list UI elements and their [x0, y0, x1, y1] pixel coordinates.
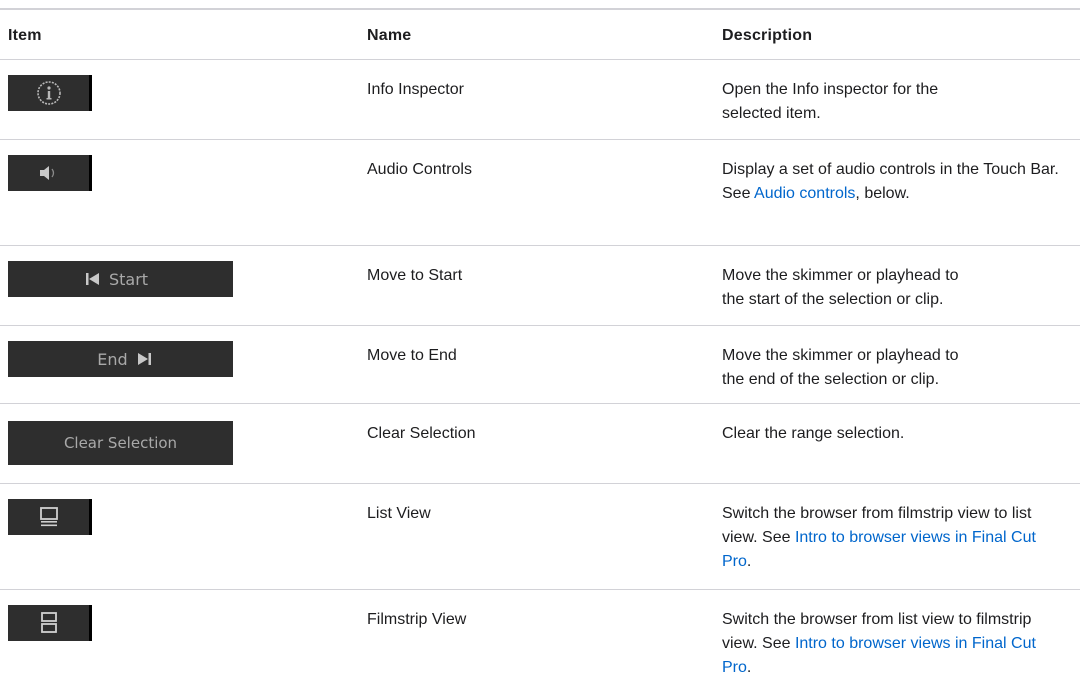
list-view-button	[8, 499, 92, 535]
table-row: Info Inspector Open the Info inspector f…	[0, 60, 1080, 140]
row-description: Move the skimmer or playhead to the end o…	[722, 347, 959, 388]
move-to-start-button-label: Start	[108, 269, 149, 289]
row-name: Move to Start	[367, 267, 463, 284]
row-description: Move the skimmer or playhead to the start…	[722, 267, 959, 308]
table-row: Clear Selection Clear Selection Clear th…	[0, 404, 1080, 484]
column-header-name: Name	[367, 27, 412, 44]
move-to-end-button: End	[8, 341, 233, 377]
clear-selection-button-label: Clear Selection	[63, 434, 178, 452]
table-row: End Move to End Move the skimmer or play…	[0, 326, 1080, 404]
row-description: Display a set of audio controls in the T…	[722, 161, 1059, 202]
row-name: Clear Selection	[367, 425, 476, 442]
clear-selection-button: Clear Selection	[8, 421, 233, 465]
info-icon	[36, 81, 61, 105]
row-description: Switch the browser from filmstrip view t…	[722, 505, 1036, 570]
row-name: Info Inspector	[367, 81, 464, 98]
row-name: Filmstrip View	[367, 611, 467, 628]
audio-controls-link[interactable]: Audio controls	[754, 185, 855, 202]
row-name: Audio Controls	[367, 161, 472, 178]
table-header: Item Name Description	[0, 10, 1080, 60]
speaker-icon	[39, 166, 54, 180]
skip-forward-icon	[137, 353, 151, 365]
filmstrip-view-button	[8, 605, 92, 641]
row-description: Open the Info inspector for the selected …	[722, 81, 939, 122]
row-name: List View	[367, 505, 431, 522]
filmstrip-view-icon	[40, 612, 57, 633]
skip-back-icon	[85, 273, 99, 285]
row-description: Switch the browser from list view to fil…	[722, 611, 1036, 676]
row-name: Move to End	[367, 347, 457, 364]
list-view-icon	[39, 507, 58, 527]
table-row: Start Move to Start Move the skimmer or …	[0, 246, 1080, 326]
table-row: List View Switch the browser from filmst…	[0, 484, 1080, 590]
row-description: Clear the range selection.	[722, 425, 905, 442]
move-to-start-button: Start	[8, 261, 233, 297]
table-row: Audio Controls Display a set of audio co…	[0, 140, 1080, 246]
info-inspector-button	[8, 75, 92, 111]
audio-controls-button	[8, 155, 92, 191]
move-to-end-button-label: End	[97, 349, 128, 369]
table-row: Filmstrip View Switch the browser from l…	[0, 590, 1080, 690]
column-header-description: Description	[722, 27, 813, 44]
column-header-item: Item	[8, 27, 42, 44]
